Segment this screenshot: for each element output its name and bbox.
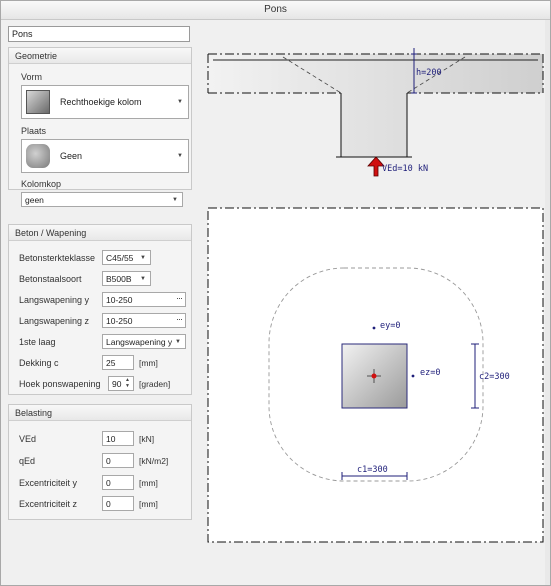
qed-field[interactable]: 0 [102,453,134,468]
cover-field[interactable]: 25 [102,355,134,370]
elevation-view [207,48,544,177]
column-center-icon [367,369,381,383]
plate-none-icon [26,144,50,168]
concrete-class-value: C45/55 [106,253,134,263]
punch-angle-unit: [graden] [139,379,171,389]
concrete-class-select[interactable]: C45/55 ▼ [102,250,151,265]
plate-select-value: Geen [60,151,83,161]
first-layer-select[interactable]: Langswapening y ▼ [102,334,186,349]
reinforcement-z-label: Langswapening z [19,316,90,326]
reinforcement-y-label: Langswapening y [19,295,90,305]
eccentricity-z-label: Excentriciteit z [19,499,78,509]
eccentricity-y-field[interactable]: 0 [102,475,134,490]
column-head-select[interactable]: geen ▼ [21,192,183,207]
qed-label: qEd [19,456,36,466]
column-head-label: Kolomkop [21,179,62,189]
column-head-select-value: geen [25,195,44,205]
chevron-down-icon: ▼ [175,339,181,345]
chevron-down-icon: ▼ [140,255,146,261]
punch-angle-spinner[interactable]: ▲ ▼ [124,378,132,389]
eccentricity-z-field[interactable]: 0 [102,496,134,511]
steel-grade-label: Betonstaalsoort [19,274,82,284]
spin-down-icon[interactable]: ▼ [125,384,130,389]
ved-field[interactable]: 10 [102,431,134,446]
geometry-panel-header: Geometrie [9,48,191,64]
first-layer-label: 1ste laag [19,337,56,347]
steel-grade-value: B500B [106,274,132,284]
qed-unit: [kN/m2] [139,456,169,466]
chevron-down-icon: ▼ [177,99,183,105]
slab-thickness-label: h=200 [416,68,442,78]
chevron-down-icon: ▼ [172,197,178,203]
cover-value: 25 [106,358,116,368]
ved-unit: [kN] [139,434,155,444]
shape-select[interactable]: Rechthoekige kolom ▼ [21,85,189,119]
first-layer-value: Langswapening y [106,337,173,347]
loading-panel-header: Belasting [9,405,191,421]
eccentricity-y-unit: [mm] [139,478,158,488]
eccentricity-z-unit: [mm] [139,499,158,509]
load-label: VEd=10 kN [382,164,429,174]
reinforcement-y-field[interactable]: 10-250 ··· [102,292,186,307]
right-edge-strip [545,20,550,585]
punch-angle-field[interactable]: 90 ▲ ▼ [108,376,134,391]
cover-label: Dekking c [19,358,59,368]
punch-angle-label: Hoek ponswapening [19,379,101,389]
cover-unit: [mm] [139,358,158,368]
eccentricity-y-drawing-label: ey=0 [380,321,401,331]
ved-value: 10 [106,434,116,444]
qed-value: 0 [106,456,111,466]
concrete-panel-header: Beton / Wapening [9,225,191,241]
chevron-down-icon: ▼ [177,153,183,159]
shape-select-value: Rechthoekige kolom [60,97,142,107]
concrete-class-label: Betonsterkteklasse [19,253,96,263]
punch-angle-value: 90 [112,379,122,389]
ellipsis-icon[interactable]: ··· [176,293,183,303]
plate-label: Plaats [21,126,47,136]
chevron-down-icon: ▼ [140,276,146,282]
eccentricity-z-value: 0 [106,499,111,509]
concrete-panel: Beton / Wapening [8,224,192,395]
ellipsis-icon[interactable]: ··· [176,314,183,324]
window-title: Pons [0,0,551,20]
plate-select[interactable]: Geen ▼ [21,139,189,173]
eccentricity-y-value: 0 [106,478,111,488]
rectangular-column-icon [26,90,50,114]
shape-label: Vorm [21,72,43,82]
eccentricity-z-drawing-label: ez=0 [420,368,441,378]
ved-label: VEd [19,434,37,444]
eccentricity-y-label: Excentriciteit y [19,478,78,488]
c1-dimension-label: c1=300 [357,465,388,475]
reinforcement-z-value: 10-250 [106,316,133,326]
reinforcement-z-field[interactable]: 10-250 ··· [102,313,186,328]
name-input[interactable] [8,26,190,42]
reinforcement-y-value: 10-250 [106,295,133,305]
steel-grade-select[interactable]: B500B ▼ [102,271,151,286]
c2-dimension-label: c2=300 [479,372,510,382]
